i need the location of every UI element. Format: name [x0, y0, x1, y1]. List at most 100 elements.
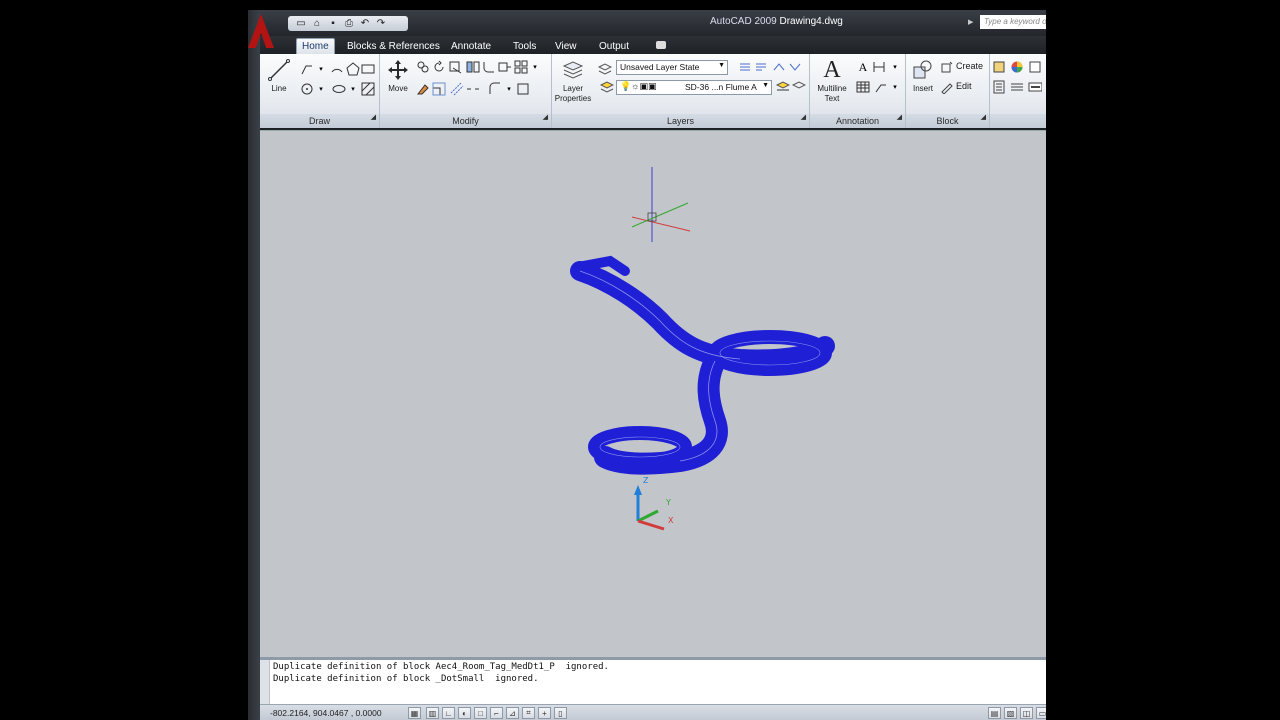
- rectangle-icon[interactable]: [361, 62, 375, 76]
- hatch-icon[interactable]: [361, 82, 375, 96]
- scale-icon[interactable]: [432, 82, 446, 96]
- command-line-grip[interactable]: [260, 660, 270, 704]
- search-dropdown-icon[interactable]: ▶: [968, 18, 973, 26]
- ellipse-dropdown-icon[interactable]: ▾: [346, 82, 360, 96]
- polyline-icon[interactable]: [300, 62, 314, 76]
- object-snap-tracking-icon[interactable]: ⌐: [490, 707, 503, 719]
- fillet-icon[interactable]: [482, 60, 496, 74]
- move-button[interactable]: Move: [383, 58, 413, 93]
- line-button[interactable]: Line: [264, 58, 294, 93]
- break-icon[interactable]: [466, 82, 480, 96]
- model-space-icon[interactable]: ▤: [988, 707, 1001, 719]
- grid-mode-icon[interactable]: ▥: [426, 707, 439, 719]
- draw-panel-title[interactable]: Draw ◢: [260, 114, 379, 128]
- block-panel-title[interactable]: Block ◢: [906, 114, 989, 128]
- command-line[interactable]: Duplicate definition of block Aec4_Room_…: [260, 657, 1046, 704]
- dimension-dropdown-icon[interactable]: ▾: [888, 60, 902, 74]
- join-icon[interactable]: [516, 82, 530, 96]
- layer-state-select[interactable]: Unsaved Layer State ▼: [616, 60, 728, 75]
- panel-expand-icon[interactable]: ◢: [897, 111, 902, 125]
- print-icon[interactable]: ⎙: [342, 18, 356, 30]
- tab-blocks-references[interactable]: Blocks & References: [342, 38, 445, 54]
- explode-icon[interactable]: [488, 82, 502, 96]
- layer-previous-icon[interactable]: [754, 60, 768, 74]
- dimension-icon[interactable]: [872, 60, 886, 74]
- new-icon[interactable]: ▭: [294, 18, 308, 30]
- quick-view-drawings-icon[interactable]: ▭: [1036, 707, 1046, 719]
- array-dropdown-icon[interactable]: ▾: [528, 60, 542, 74]
- quick-view-layouts-icon[interactable]: ◫: [1020, 707, 1033, 719]
- drawing-viewport[interactable]: Z Y X: [260, 130, 1046, 657]
- layer-properties-label: Layer Properties: [554, 84, 592, 103]
- quick-properties-icon[interactable]: ▯: [554, 707, 567, 719]
- layer-isolate-icon[interactable]: [772, 60, 786, 74]
- model-canvas: Z Y X: [570, 167, 835, 531]
- circle-icon[interactable]: [300, 82, 314, 96]
- tab-home[interactable]: Home: [296, 38, 335, 54]
- explode-dropdown-icon[interactable]: ▾: [502, 82, 516, 96]
- tab-tools[interactable]: Tools: [508, 38, 541, 54]
- single-line-text-icon[interactable]: A: [856, 60, 870, 74]
- arc-icon[interactable]: [330, 62, 344, 76]
- object-snap-icon[interactable]: □: [474, 707, 487, 719]
- dynamic-input-icon[interactable]: ⌗: [522, 707, 535, 719]
- leader-dropdown-icon[interactable]: ▾: [888, 80, 902, 94]
- ellipse-icon[interactable]: [332, 82, 346, 96]
- panel-expand-icon[interactable]: ◢: [981, 111, 986, 125]
- lineweight-icon[interactable]: [1028, 80, 1042, 94]
- tab-output[interactable]: Output: [594, 38, 634, 54]
- multiline-text-button[interactable]: A Multiline Text: [812, 57, 852, 104]
- trim-icon[interactable]: [448, 60, 462, 74]
- ribbon-minimize-icon[interactable]: [656, 41, 666, 49]
- open-icon[interactable]: ⌂: [310, 18, 324, 30]
- linetype-icon[interactable]: [1010, 80, 1024, 94]
- color-swatch-icon[interactable]: [1028, 60, 1042, 74]
- rotate-icon[interactable]: [432, 60, 446, 74]
- polygon-icon[interactable]: [346, 62, 360, 76]
- ortho-mode-icon[interactable]: ∟: [442, 707, 455, 719]
- undo-icon[interactable]: ↶: [358, 18, 372, 30]
- polar-tracking-icon[interactable]: ◐: [458, 707, 471, 719]
- document-name: Drawing4.dwg: [779, 16, 843, 27]
- panel-expand-icon[interactable]: ◢: [543, 111, 548, 125]
- annotation-panel-title[interactable]: Annotation ◢: [810, 114, 905, 128]
- make-current-icon[interactable]: [776, 80, 790, 94]
- offset-icon[interactable]: [450, 82, 464, 96]
- layout-icon[interactable]: ▧: [1004, 707, 1017, 719]
- dynamic-ucs-icon[interactable]: ⊿: [506, 707, 519, 719]
- circle-dropdown-icon[interactable]: ▾: [314, 82, 328, 96]
- chevron-down-icon: ▼: [762, 82, 769, 89]
- panel-expand-icon[interactable]: ◢: [371, 111, 376, 125]
- lineweight-toggle-icon[interactable]: +: [538, 707, 551, 719]
- polyline-dropdown-icon[interactable]: ▾: [314, 62, 328, 76]
- layer-properties-button[interactable]: Layer Properties: [554, 58, 592, 104]
- tab-view[interactable]: View: [550, 38, 582, 54]
- water-slide-model[interactable]: [570, 255, 835, 475]
- current-layer-select[interactable]: 💡☼▣▣ SD-36 ...n Flume A ▼: [616, 80, 772, 95]
- snap-mode-icon[interactable]: ▦: [408, 707, 421, 719]
- copy-icon[interactable]: [416, 60, 430, 74]
- layer-match-icon[interactable]: [738, 60, 752, 74]
- modify-panel-title[interactable]: Modify ◢: [380, 114, 551, 128]
- array-icon[interactable]: [514, 60, 528, 74]
- layer-unisolate-icon[interactable]: [788, 60, 802, 74]
- mirror-icon[interactable]: [466, 60, 480, 74]
- table-icon[interactable]: [856, 80, 870, 94]
- leader-icon[interactable]: [874, 80, 888, 94]
- search-input[interactable]: Type a keyword or phrase: [980, 15, 1046, 29]
- insert-button[interactable]: Insert: [908, 58, 938, 93]
- layers-panel-title[interactable]: Layers ◢: [552, 114, 809, 128]
- coordinate-readout[interactable]: -802.2164, 904.0467 , 0.0000: [270, 708, 382, 718]
- save-icon[interactable]: ▪: [326, 18, 340, 30]
- redo-icon[interactable]: ↷: [374, 18, 388, 30]
- create-block-button[interactable]: Create: [956, 61, 983, 71]
- list-icon[interactable]: [992, 80, 1006, 94]
- stretch-icon[interactable]: [498, 60, 512, 74]
- panel-expand-icon[interactable]: ◢: [801, 111, 806, 125]
- color-wheel-icon[interactable]: [1010, 60, 1024, 74]
- match-properties-icon[interactable]: [992, 60, 1006, 74]
- erase-icon[interactable]: [416, 82, 430, 96]
- layer-off-icon[interactable]: [792, 80, 806, 94]
- tab-annotate[interactable]: Annotate: [446, 38, 496, 54]
- edit-block-button[interactable]: Edit: [956, 81, 972, 91]
